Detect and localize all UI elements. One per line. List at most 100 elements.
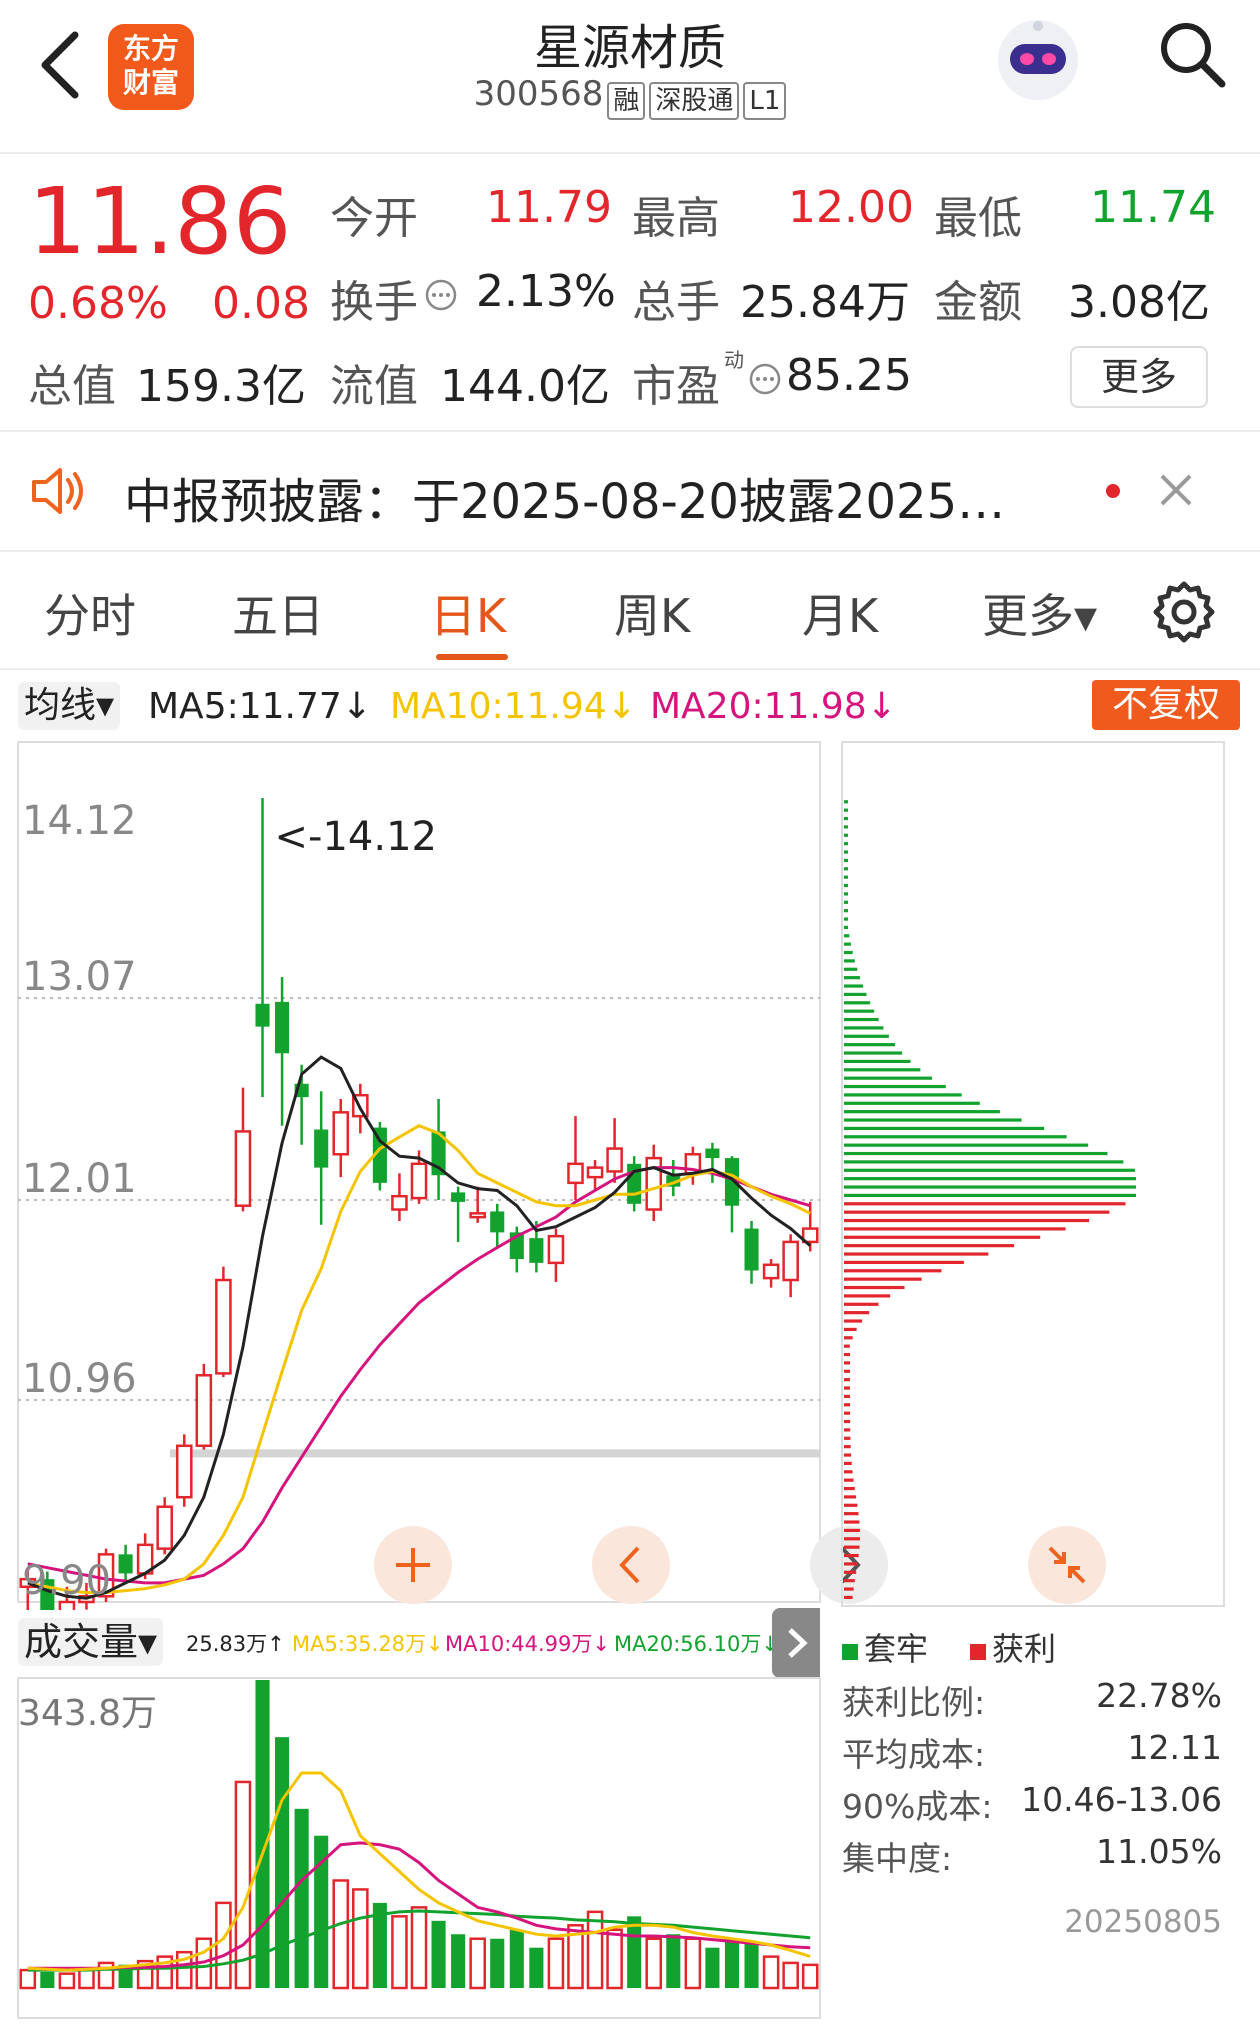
tab-more[interactable]: 更多▾ — [982, 580, 1097, 646]
chip-bar — [844, 1411, 851, 1415]
chip-bar — [844, 1419, 851, 1424]
volume-legend-row: 成交量▾ 25.83万↑ MA5:35.28万↓ MA10:44.99万↓ MA… — [0, 1614, 830, 1670]
chip-bar — [844, 1068, 921, 1072]
volume-bar — [586, 1910, 604, 1990]
adjust-button[interactable]: 不复权 — [1092, 680, 1240, 730]
notice-bar[interactable]: 中报预披露：于2025-08-20披露2025… — [0, 432, 1260, 550]
trapped-swatch — [842, 1644, 858, 1660]
support-band — [170, 1449, 820, 1458]
candle-body — [234, 1130, 252, 1207]
candle — [645, 1144, 663, 1221]
tab-daily-k[interactable]: 日K — [430, 580, 506, 646]
y-axis-tick-label: 12.01 — [22, 1156, 137, 1202]
candle-body — [529, 1238, 544, 1263]
chip-bar — [844, 934, 850, 938]
candle-body — [175, 1444, 193, 1499]
expand-panel-button[interactable] — [772, 1608, 820, 1678]
kline-chart[interactable]: 14.12 13.07 12.01 10.96 9.90 <-14.12 9.90 — [0, 740, 830, 1610]
chip-bar — [844, 1545, 860, 1549]
chip-bar — [844, 1151, 1108, 1156]
candle-body — [469, 1212, 486, 1219]
more-button[interactable]: 更多 — [1070, 346, 1208, 408]
ma5-line — [27, 1055, 812, 1600]
tab-intraday[interactable]: 分时 — [44, 580, 136, 646]
candle-body — [782, 1240, 799, 1282]
volume-bar — [606, 1928, 623, 1990]
chip-bar — [844, 1118, 1022, 1122]
volume-bar — [40, 1971, 55, 1988]
settings-icon[interactable] — [1152, 580, 1216, 644]
candle — [431, 1099, 446, 1200]
candle — [666, 1159, 681, 1197]
y-axis-tick-label: 14.12 — [22, 798, 137, 844]
chip-bar — [844, 1528, 860, 1533]
volume-ma5: MA5:35.28万↓ — [292, 1632, 444, 1656]
chip-legend-profit: 获利 — [970, 1624, 1056, 1670]
candle — [606, 1118, 623, 1183]
chip-bar — [844, 1436, 851, 1440]
chip-bar — [844, 858, 848, 863]
chip-bar — [844, 816, 848, 821]
chip-bar — [844, 1193, 1136, 1198]
chip-bar — [844, 1319, 863, 1323]
chip-bar — [844, 1587, 854, 1591]
chip-legend-trapped: 套牢 — [842, 1624, 928, 1670]
pe-label: 市盈 — [632, 361, 720, 412]
chip-bar — [844, 900, 848, 904]
mcap-value: 159.3亿 — [136, 361, 306, 412]
candle — [391, 1173, 408, 1221]
amount-label: 金额 — [934, 277, 1022, 328]
tag-connect: 深股通 — [649, 81, 740, 120]
volume-bar — [645, 1937, 663, 1990]
chart-tabs: 分时 五日 日K 周K 月K 更多▾ — [0, 560, 1260, 666]
pe-info-icon[interactable] — [748, 362, 782, 396]
candle — [627, 1156, 642, 1212]
cost90-value: 10.46-13.06 — [1021, 1780, 1222, 1819]
open-value: 11.79 — [486, 182, 612, 233]
turnover-info-icon[interactable] — [424, 278, 458, 312]
cost90-label: 90%成本: — [842, 1787, 993, 1826]
amount-value: 3.08亿 — [1068, 277, 1210, 328]
volume-bar — [705, 1947, 720, 1988]
chip-bar — [844, 976, 861, 980]
chip-bar — [844, 1160, 1124, 1164]
chip-bar — [844, 1143, 1089, 1147]
volume-bar — [391, 1915, 408, 1990]
volume-max-label: 343.8万 — [18, 1693, 158, 1734]
tab-monthly-k[interactable]: 月K — [802, 580, 878, 646]
tab-weekly-k[interactable]: 周K — [614, 580, 690, 646]
candle — [567, 1116, 584, 1200]
candle-body — [332, 1111, 350, 1156]
chip-bar — [844, 1084, 946, 1089]
min-price-label: 9.90 — [93, 1607, 182, 1610]
chip-bar — [844, 1478, 854, 1482]
candle-body — [156, 1505, 173, 1550]
volume-bar — [782, 1961, 799, 1990]
ma-selector[interactable]: 均线▾ — [18, 682, 121, 730]
volume-selector[interactable]: 成交量▾ — [18, 1618, 164, 1666]
chip-bar — [844, 1093, 962, 1097]
chip-bar — [844, 1470, 853, 1474]
tab-five-day[interactable]: 五日 — [232, 580, 324, 646]
close-icon[interactable] — [1156, 470, 1196, 510]
chip-bar — [844, 883, 848, 888]
chip-bar — [844, 1210, 1110, 1214]
scroll-left-button[interactable] — [592, 1526, 670, 1604]
last-price: 11.86 — [28, 168, 292, 275]
chip-bar — [844, 1520, 860, 1524]
chip-bar — [844, 1034, 889, 1038]
chip-bar — [844, 1495, 857, 1499]
candle — [156, 1497, 173, 1555]
low-label: 最低 — [934, 193, 1022, 244]
search-icon[interactable] — [1156, 18, 1228, 90]
chip-bar — [844, 1017, 879, 1022]
candle — [684, 1146, 702, 1185]
zoom-in-button[interactable] — [374, 1526, 452, 1604]
profit-ratio-label: 获利比例: — [842, 1683, 986, 1722]
robot-assistant-icon[interactable] — [992, 14, 1084, 106]
volume-bar — [215, 1901, 232, 1990]
chip-bar — [844, 1327, 857, 1332]
chip-bar — [844, 1553, 859, 1558]
chip-bar — [844, 1218, 1090, 1223]
profit-swatch — [970, 1644, 986, 1660]
